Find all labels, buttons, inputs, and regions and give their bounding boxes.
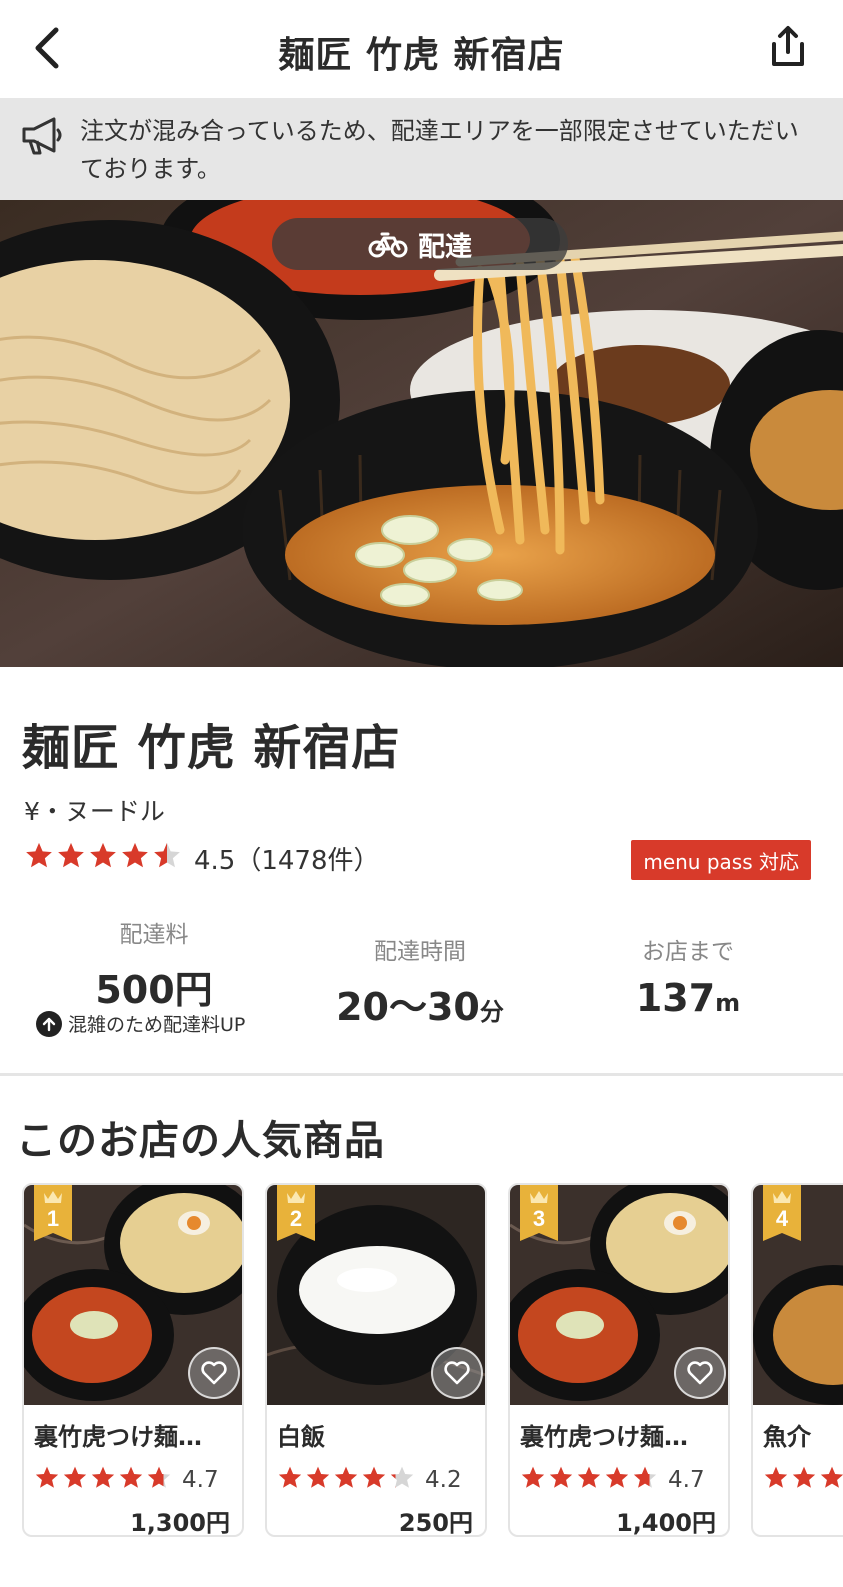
share-button[interactable] [763,18,813,76]
popular-item-card[interactable]: 2 白飯 4.2 250円 [265,1183,487,1537]
hero-image [0,200,843,667]
rank-number: 4 [776,1206,789,1231]
arrow-up-icon [36,1010,62,1037]
store-rating-stars [24,841,182,875]
share-icon [772,26,804,66]
bicycle-icon [368,232,408,258]
heart-icon [201,1361,227,1385]
item-price: 1,400円 [616,1509,716,1537]
item-rating-stars [34,1465,172,1495]
star-icon [333,1465,359,1495]
rank-badge: 3 [520,1185,558,1241]
rank-number: 3 [533,1206,545,1231]
item-rating: 4.7 [34,1465,219,1495]
store-rating-text: 4.5（1478件） [194,845,380,876]
item-name: 裏竹虎つけ麺… [34,1423,202,1451]
item-rating-text: 4.7 [182,1467,219,1493]
star-icon [120,841,150,875]
item-rating-stars [277,1465,415,1495]
distance: お店まで 137m [588,932,788,1020]
rank-number: 1 [47,1206,59,1231]
star-icon [604,1465,630,1495]
store-name: 麺匠 竹虎 新宿店 [22,720,401,776]
delivery-time: 配達時間 20〜30分 [315,932,525,1031]
surge-notice[interactable]: 混雑のため配達料UP [36,1010,245,1037]
delivery-fee-label: 配達料 [119,922,189,948]
item-rating-stars [520,1465,658,1495]
star-icon [118,1465,144,1495]
star-icon [632,1465,658,1495]
star-icon [361,1465,387,1495]
distance-label: お店まで [642,939,734,965]
star-icon [305,1465,331,1495]
delivery-mode-pill[interactable]: 配達 [272,218,568,270]
megaphone-icon [22,117,62,155]
star-icon [34,1465,60,1495]
menu-pass-badge: menu pass 対応 [631,840,811,880]
favorite-button[interactable] [431,1347,483,1399]
popular-section-title: このお店の人気商品 [16,1118,385,1164]
star-icon [88,841,118,875]
star-icon [576,1465,602,1495]
star-icon [56,841,86,875]
favorite-button[interactable] [188,1347,240,1399]
star-icon [520,1465,546,1495]
store-rating: 4.5（1478件） [24,838,380,878]
page-title: 麺匠 竹虎 新宿店 [278,35,565,76]
surge-text: 混雑のため配達料UP [68,1014,246,1036]
heart-icon [687,1361,713,1385]
popular-item-card[interactable]: 4 魚介 [751,1183,843,1537]
item-name: 魚介 [763,1423,811,1451]
star-icon [62,1465,88,1495]
item-rating: 4.7 [520,1465,705,1495]
item-rating: 4.2 [277,1465,462,1495]
item-name: 白飯 [277,1423,325,1451]
item-rating-text: 4.7 [668,1467,705,1493]
star-icon [548,1465,574,1495]
item-price: 1,300円 [130,1509,230,1537]
star-icon [819,1465,843,1495]
star-icon [277,1465,303,1495]
popular-item-card[interactable]: 1 裏竹虎つけ麺… 4.7 1,300円 [22,1183,244,1537]
item-rating-text: 4.2 [425,1467,462,1493]
item-rating [763,1465,843,1495]
distance-value: 137 [635,976,716,1020]
popular-item-card[interactable]: 3 裏竹虎つけ麺… 4.7 1,400円 [508,1183,730,1537]
item-price: 250円 [398,1509,473,1537]
store-category: ¥・ヌードル [24,797,165,826]
star-icon [24,841,54,875]
delivery-time-label: 配達時間 [374,939,466,965]
star-icon [152,841,182,875]
delivery-pill-label: 配達 [418,231,472,263]
notice-banner: 注文が混み合っているため、配達エリアを一部限定させていただいております。 [0,98,843,200]
notice-text: 注文が混み合っているため、配達エリアを一部限定させていただいております。 [80,117,799,183]
delivery-time-unit: 分 [479,998,504,1026]
popular-items-carousel[interactable]: 1 裏竹虎つけ麺… 4.7 1,300円 2 白飯 4.2 250円 3 裏竹虎… [22,1183,843,1543]
star-icon [146,1465,172,1495]
star-icon [90,1465,116,1495]
star-icon [763,1465,789,1495]
rank-badge: 4 [763,1185,801,1241]
distance-unit: m [715,989,741,1017]
delivery-fee: 配達料 500円 [54,915,254,1014]
rank-badge: 1 [34,1185,72,1241]
star-icon [791,1465,817,1495]
item-rating-stars [763,1465,843,1495]
delivery-time-value: 20〜30 [336,985,480,1029]
star-icon [389,1465,415,1495]
header: 麺匠 竹虎 新宿店 [0,0,843,98]
rank-number: 2 [290,1206,302,1231]
rank-badge: 2 [277,1185,315,1241]
delivery-fee-value: 500円 [95,968,213,1012]
divider [0,1073,843,1076]
item-name: 裏竹虎つけ麺… [520,1423,688,1451]
favorite-button[interactable] [674,1347,726,1399]
heart-icon [444,1361,470,1385]
